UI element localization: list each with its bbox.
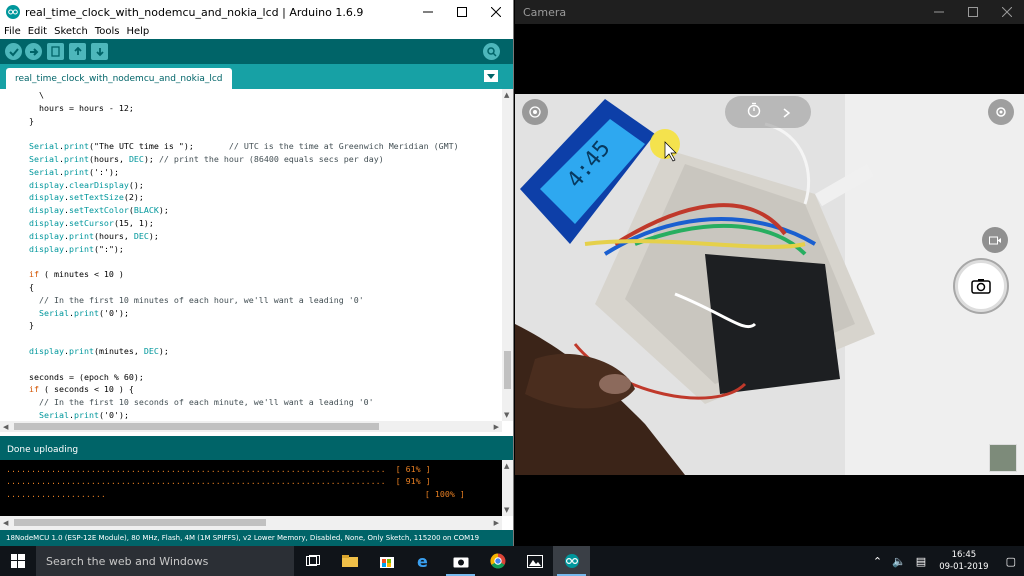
console-hscroll-thumb[interactable] (14, 519, 266, 526)
edge-icon[interactable]: e (405, 546, 442, 576)
camera-maximize-icon[interactable] (956, 0, 990, 24)
camera-scene: 4:45 (515, 94, 1024, 475)
editor-vertical-scrollbar[interactable]: ▲ ▼ (502, 89, 513, 421)
minimize-icon[interactable] (411, 0, 445, 24)
editor-vscroll-thumb[interactable] (504, 351, 511, 389)
output-console: ........................................… (0, 460, 502, 516)
tab-sketch[interactable]: real_time_clock_with_nodemcu_and_nokia_l… (6, 68, 232, 89)
camera-viewfinder[interactable]: 4:45 (515, 94, 1024, 475)
editor-horizontal-scrollbar[interactable]: ◀ ▶ (0, 421, 502, 432)
photo-shutter-icon[interactable] (955, 260, 1007, 312)
clock-time: 16:45 (951, 550, 977, 560)
volume-icon[interactable]: 🔈 (892, 555, 906, 568)
new-icon[interactable] (47, 43, 64, 60)
camera-window-title: Camera (523, 5, 567, 19)
arduino-window: real_time_clock_with_nodemcu_and_nokia_l… (0, 0, 514, 546)
serial-monitor-icon[interactable] (483, 43, 500, 60)
file-explorer-icon[interactable] (331, 546, 368, 576)
chevron-up-icon[interactable]: ⌃ (873, 555, 882, 568)
camera-app-icon[interactable] (442, 546, 479, 576)
taskbar-clock[interactable]: 16:45 09-01-2019 (939, 549, 988, 573)
console-line: ........................................… (6, 464, 431, 474)
photos-icon[interactable] (516, 546, 553, 576)
gallery-thumbnail[interactable] (989, 444, 1017, 472)
start-button[interactable] (0, 546, 36, 576)
camera-close-icon[interactable] (990, 0, 1024, 24)
camera-titlebar: Camera (515, 0, 1024, 24)
settings-icon[interactable] (988, 99, 1014, 125)
taskbar: Search the web and Windows e ⌃ 🔈 ▤ 16:45… (0, 546, 1024, 576)
status-message: Done uploading (0, 436, 513, 460)
chrome-icon[interactable] (479, 546, 516, 576)
console-horizontal-scrollbar[interactable]: ◀ ▶ (0, 516, 502, 530)
menu-edit[interactable]: Edit (28, 26, 47, 37)
save-icon[interactable] (91, 43, 108, 60)
console-line: ....................[ 100% ] (6, 488, 465, 499)
task-view-icon[interactable] (294, 546, 331, 576)
verify-icon[interactable] (5, 43, 22, 60)
tab-menu-chevron-down-icon[interactable] (484, 70, 498, 82)
chevron-right-icon[interactable] (783, 103, 791, 122)
board-info-bar: 18NodeMCU 1.0 (ESP-12E Module), 80 MHz, … (0, 530, 513, 546)
close-icon[interactable] (479, 0, 513, 24)
console-line: ........................................… (6, 476, 431, 487)
arduino-titlebar: real_time_clock_with_nodemcu_and_nokia_l… (0, 0, 513, 24)
arduino-taskbar-icon[interactable] (553, 546, 590, 576)
timer-control[interactable] (725, 96, 811, 128)
video-mode-icon[interactable] (982, 227, 1008, 253)
photo-filter-icon[interactable] (522, 99, 548, 125)
upload-icon[interactable] (25, 43, 42, 60)
arduino-window-title: real_time_clock_with_nodemcu_and_nokia_l… (25, 5, 364, 19)
timer-icon[interactable] (746, 102, 762, 122)
arduino-app-icon (6, 5, 20, 19)
system-tray: ⌃ 🔈 ▤ 16:45 09-01-2019 ▢ (868, 546, 1024, 576)
windows-logo-icon (11, 554, 25, 568)
open-icon[interactable] (69, 43, 86, 60)
notifications-icon[interactable]: ▢ (1006, 555, 1016, 568)
editor-hscroll-thumb[interactable] (14, 423, 379, 430)
tab-bar: real_time_clock_with_nodemcu_and_nokia_l… (0, 64, 513, 89)
maximize-icon[interactable] (445, 0, 479, 24)
camera-minimize-icon[interactable] (922, 0, 956, 24)
menu-sketch[interactable]: Sketch (54, 26, 88, 37)
taskbar-search-box[interactable]: Search the web and Windows (36, 546, 294, 576)
action-center-icon[interactable]: ▤ (916, 555, 926, 568)
arduino-toolbar (0, 39, 513, 64)
menu-help[interactable]: Help (126, 26, 149, 37)
menu-file[interactable]: File (4, 26, 21, 37)
console-vertical-scrollbar[interactable]: ▲ ▼ (502, 460, 513, 516)
clock-date: 09-01-2019 (939, 562, 989, 572)
menu-tools[interactable]: Tools (95, 26, 120, 37)
camera-window: Camera 4:45 (515, 0, 1024, 546)
svg-text:e: e (417, 553, 428, 569)
store-icon[interactable] (368, 546, 405, 576)
code-text: \ hours = hours - 12; } Serial.print("Th… (29, 90, 459, 420)
menu-bar: File Edit Sketch Tools Help (0, 24, 513, 39)
code-editor[interactable]: \ hours = hours - 12; } Serial.print("Th… (0, 89, 502, 421)
